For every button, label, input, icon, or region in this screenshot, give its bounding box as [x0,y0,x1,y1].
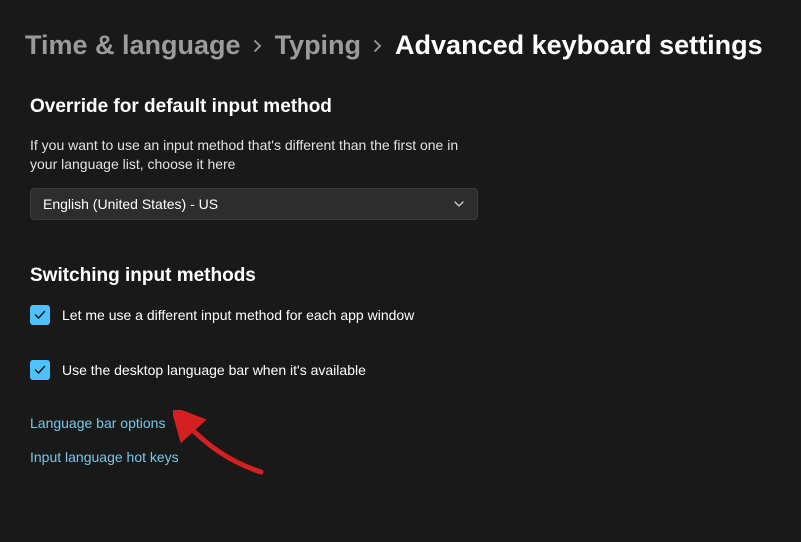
section-title-override: Override for default input method [30,96,776,118]
breadcrumb-typing[interactable]: Typing [275,30,361,61]
checkbox-label-language-bar: Use the desktop language bar when it's a… [62,362,366,378]
chevron-down-icon [453,200,465,208]
checkbox-row-per-app: Let me use a different input method for … [30,305,776,325]
checkbox-desktop-language-bar[interactable] [30,360,50,380]
checkbox-per-app-window[interactable] [30,305,50,325]
checkbox-row-language-bar: Use the desktop language bar when it's a… [30,360,776,380]
checkmark-icon [33,363,47,377]
chevron-right-icon [253,39,263,53]
section-title-switching: Switching input methods [30,265,776,287]
breadcrumb-time-language[interactable]: Time & language [25,30,241,61]
dropdown-selected-value: English (United States) - US [43,196,218,212]
checkmark-icon [33,308,47,322]
link-input-hotkeys[interactable]: Input language hot keys [30,449,776,465]
checkbox-label-per-app: Let me use a different input method for … [62,307,414,323]
page-title: Advanced keyboard settings [395,30,763,61]
link-language-bar-options[interactable]: Language bar options [30,415,776,431]
override-description: If you want to use an input method that'… [30,136,470,174]
input-method-dropdown[interactable]: English (United States) - US [30,188,478,220]
breadcrumb: Time & language Typing Advanced keyboard… [25,30,776,61]
chevron-right-icon [373,39,383,53]
